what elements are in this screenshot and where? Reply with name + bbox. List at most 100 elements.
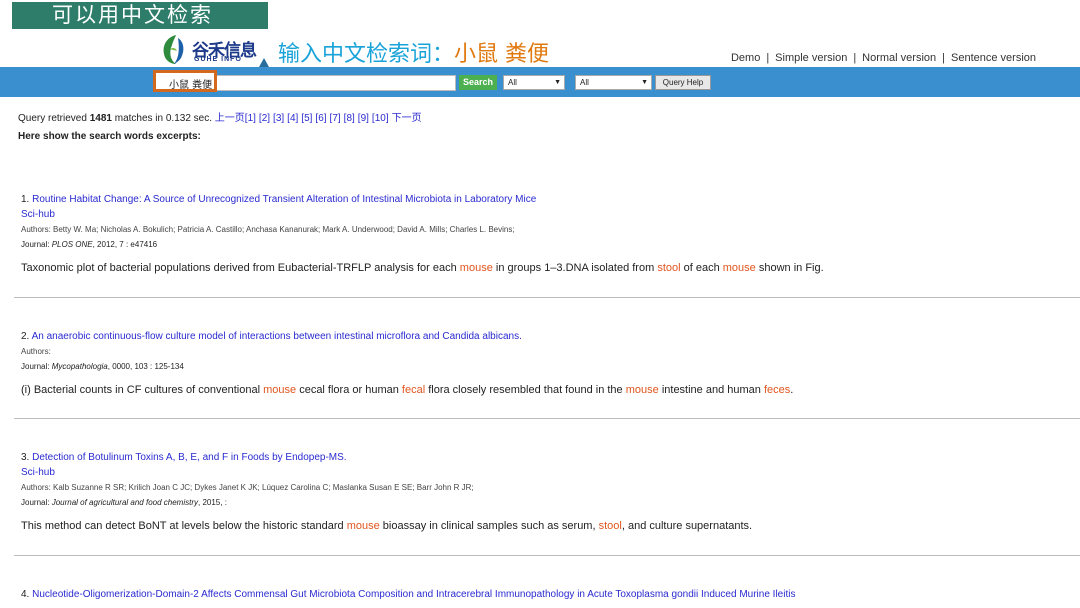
scope-select[interactable]: All ▼ [575,75,652,90]
keyword-highlight: stool [657,262,681,274]
journal-info: , 0000, 103 : 125-134 [107,362,184,371]
snippet-text: bioassay in clinical samples such as ser… [379,520,599,532]
page-link[interactable]: [4] [287,113,298,124]
result-title-row: 2. An anaerobic continuous-flow culture … [21,331,1061,342]
result-item: 2. An anaerobic continuous-flow culture … [21,331,1061,396]
journal-label: Journal: [21,498,50,507]
keyword-highlight: mouse [263,384,297,396]
field-select[interactable]: All ▼ [503,75,565,90]
result-authors: Authors: Betty W. Ma; Nicholas A. Bokuli… [21,225,515,234]
scihub-link[interactable]: Sci-hub [21,209,1061,220]
result-number: 3. [21,452,30,463]
journal-name: PLOS ONE [51,240,93,249]
snippet-text: . [790,384,794,396]
version-links: Demo | Simple version | Normal version | Sente… [731,52,1036,64]
result-item: 1. Routine Habitat Change: A Source of U… [21,194,1061,274]
query-stats: Query retrieved 1481 matches in 0.132 se… [18,109,425,124]
prev-page-link[interactable]: 上一页 [215,113,245,124]
page-link[interactable]: [7] [330,113,341,124]
result-title-link[interactable]: Nucleotide-Oligomerization-Domain-2 Affe… [32,589,795,600]
separator: | [942,52,945,64]
normal-version-link[interactable]: Normal version [862,52,936,64]
result-number: 1. [21,194,30,205]
page-link[interactable]: [1] [245,113,256,124]
headline-keywords: 小鼠 粪便 [454,42,550,67]
match-count: 1481 [89,113,112,124]
separator: | [853,52,857,64]
scihub-link[interactable]: Sci-hub [21,467,1061,478]
snippet-text: shown in Fig. [755,262,824,274]
keyword-highlight: mouse [346,520,380,532]
snippet-text: flora closely resembled that found in th… [425,384,626,396]
guhe-logo[interactable]: 谷禾信息 GUHE INFO [158,32,258,66]
page-link[interactable]: [2] [259,113,270,124]
stats-prefix: Query retrieved [18,113,87,124]
snippet-text: (i) Bacterial counts in CF cultures of c… [21,384,264,396]
result-title-row: 1. Routine Habitat Change: A Source of U… [21,194,1061,205]
stats-suffix: matches in 0.132 sec. [114,113,213,124]
chinese-search-tag: 可以用中文检索 [12,2,268,29]
callout-pointer [259,58,269,67]
result-item: 4. Nucleotide-Oligomerization-Domain-2 A… [21,589,1061,600]
result-number: 4. [21,589,30,600]
leaf-logo-icon [163,35,184,64]
keyword-highlight: mouse [722,262,756,274]
result-title-row: 3. Detection of Botulinum Toxins A, B, E… [21,452,1061,463]
page-link[interactable]: [6] [315,113,326,124]
result-journal: Journal: Mycopathologia, 0000, 103 : 125… [21,362,1061,371]
result-snippet: (i) Bacterial counts in CF cultures of c… [21,384,1061,396]
field-select-value: All [508,78,517,87]
excerpt-heading: Here show the search words excerpts: [18,131,201,142]
query-help-button[interactable]: Query Help [655,75,711,90]
callout-headline: 输入中文检索词：小鼠 粪便 [278,36,549,68]
result-snippet: Taxonomic plot of bacterial populations … [21,262,1061,274]
journal-label: Journal: [21,240,50,249]
headline-prefix: 输入中文检索词： [278,42,455,67]
journal-info: , 2012, 7 : e47416 [92,240,158,249]
result-authors: Authors: [21,347,51,356]
snippet-text: This method can detect BoNT at levels be… [21,520,347,532]
result-journal: Journal: Journal of agricultural and foo… [21,498,1061,507]
simple-version-link[interactable]: Simple version [775,52,847,64]
page-link[interactable]: [8] [344,113,355,124]
result-title-link[interactable]: Routine Habitat Change: A Source of Unre… [32,194,536,205]
snippet-text: Taxonomic plot of bacterial populations … [21,262,460,274]
page-link[interactable]: [10] [372,113,389,124]
chevron-down-icon: ▼ [554,79,561,86]
chevron-down-icon: ▼ [641,79,648,86]
keyword-highlight: stool [598,520,622,532]
snippet-text: of each [680,262,723,274]
keyword-highlight: fecal [401,384,426,396]
snippet-text: , and culture supernatants. [621,520,753,532]
search-query-highlight[interactable]: 小鼠 粪便 [153,70,217,92]
result-number: 2. [21,331,30,342]
logo-text-en: GUHE INFO [194,56,242,63]
result-title-link[interactable]: Detection of Botulinum Toxins A, B, E, a… [32,452,346,463]
next-page-link[interactable]: 下一页 [392,113,422,124]
journal-name: Mycopathologia [51,362,108,371]
demo-link[interactable]: Demo [731,52,760,64]
keyword-highlight: mouse [625,384,659,396]
result-title-row: 4. Nucleotide-Oligomerization-Domain-2 A… [21,589,1061,600]
page-link[interactable]: [3] [273,113,284,124]
snippet-text: intestine and human [658,384,764,396]
journal-label: Journal: [21,362,50,371]
sentence-version-link[interactable]: Sentence version [951,52,1036,64]
keyword-highlight: feces [763,384,791,396]
journal-info: , 2015, : [198,498,227,507]
scope-select-value: All [580,78,589,87]
journal-name: Journal of agricultural and food chemist… [51,498,198,507]
result-title-link[interactable]: An anaerobic continuous-flow culture mod… [32,331,522,342]
snippet-text: cecal flora or human [296,384,402,396]
separator: | [766,52,770,64]
result-authors: Authors: Kalb Suzanne R SR; Krilich Joan… [21,483,474,492]
page-link[interactable]: [5] [301,113,312,124]
result-journal: Journal: PLOS ONE, 2012, 7 : e47416 [21,240,1061,249]
page-link[interactable]: [9] [358,113,369,124]
search-button[interactable]: Search [459,75,497,90]
result-snippet: This method can detect BoNT at levels be… [21,520,1061,532]
result-item: 3. Detection of Botulinum Toxins A, B, E… [21,452,1061,532]
result-divider [14,555,1080,556]
result-divider [14,297,1080,298]
snippet-text: in groups 1–3.DNA isolated from [492,262,658,274]
